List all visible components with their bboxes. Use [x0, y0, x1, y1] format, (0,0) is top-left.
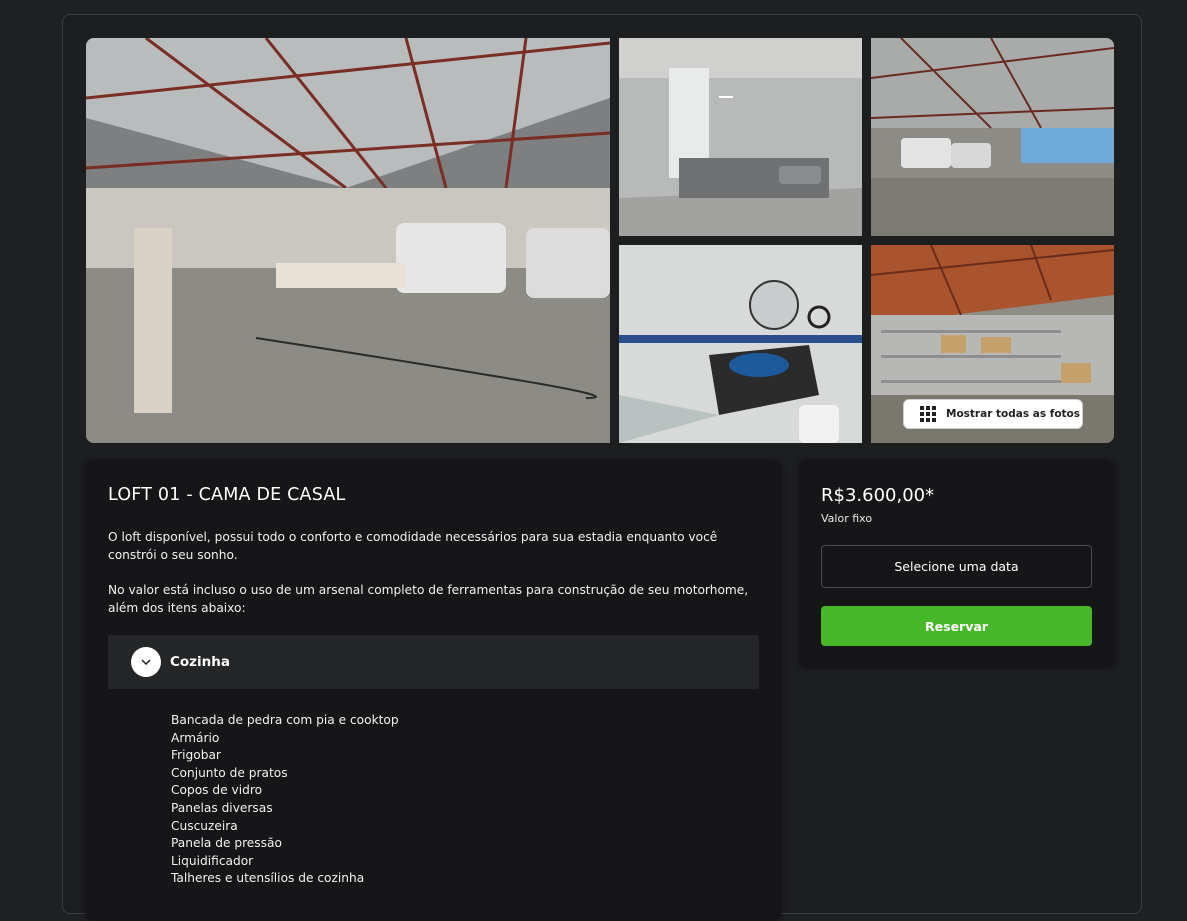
- amenities-list: Bancada de pedra com pia e cooktop Armár…: [171, 712, 399, 888]
- price: R$3.600,00*: [821, 485, 935, 506]
- listing-details-card: LOFT 01 - CAMA DE CASAL O loft disponíve…: [86, 461, 781, 921]
- show-all-photos-button[interactable]: Mostrar todas as fotos: [903, 399, 1083, 429]
- price-note: Valor fixo: [821, 512, 873, 525]
- list-item: Liquidificador: [171, 853, 254, 868]
- list-item: Cuscuzeira: [171, 818, 238, 833]
- list-item: Frigobar: [171, 748, 221, 763]
- photo-gallery: Mostrar todas as fotos: [86, 38, 1114, 443]
- reserve-button[interactable]: Reservar: [821, 606, 1092, 646]
- grid-icon: [920, 406, 936, 422]
- listing-description-1: O loft disponível, possui todo o confort…: [108, 530, 718, 562]
- gallery-photo-main[interactable]: [86, 38, 610, 443]
- accordion-header-cozinha[interactable]: Cozinha: [108, 635, 759, 689]
- chevron-down-icon[interactable]: [131, 647, 161, 677]
- booking-card: R$3.600,00* Valor fixo Selecione uma dat…: [799, 461, 1114, 667]
- gallery-photo-garage[interactable]: [871, 38, 1114, 236]
- gallery-photo-bedroom[interactable]: [619, 38, 862, 236]
- list-item: Panelas diversas: [171, 800, 273, 815]
- gallery-photo-bathroom[interactable]: [619, 245, 862, 443]
- list-item: Panela de pressão: [171, 836, 282, 851]
- show-all-photos-label: Mostrar todas as fotos: [946, 408, 1081, 420]
- list-item: Bancada de pedra com pia e cooktop: [171, 713, 399, 727]
- accordion-title: Cozinha: [170, 654, 230, 670]
- list-item: Armário: [171, 730, 220, 745]
- list-item: Talheres e utensílios de cozinha: [171, 871, 365, 886]
- listing-description-2: No valor está incluso o uso de um arsena…: [108, 583, 749, 615]
- list-item: Conjunto de pratos: [171, 765, 288, 780]
- listing-title: LOFT 01 - CAMA DE CASAL: [108, 485, 346, 505]
- list-item: Copos de vidro: [171, 783, 263, 798]
- select-date-button[interactable]: Selecione uma data: [821, 545, 1092, 588]
